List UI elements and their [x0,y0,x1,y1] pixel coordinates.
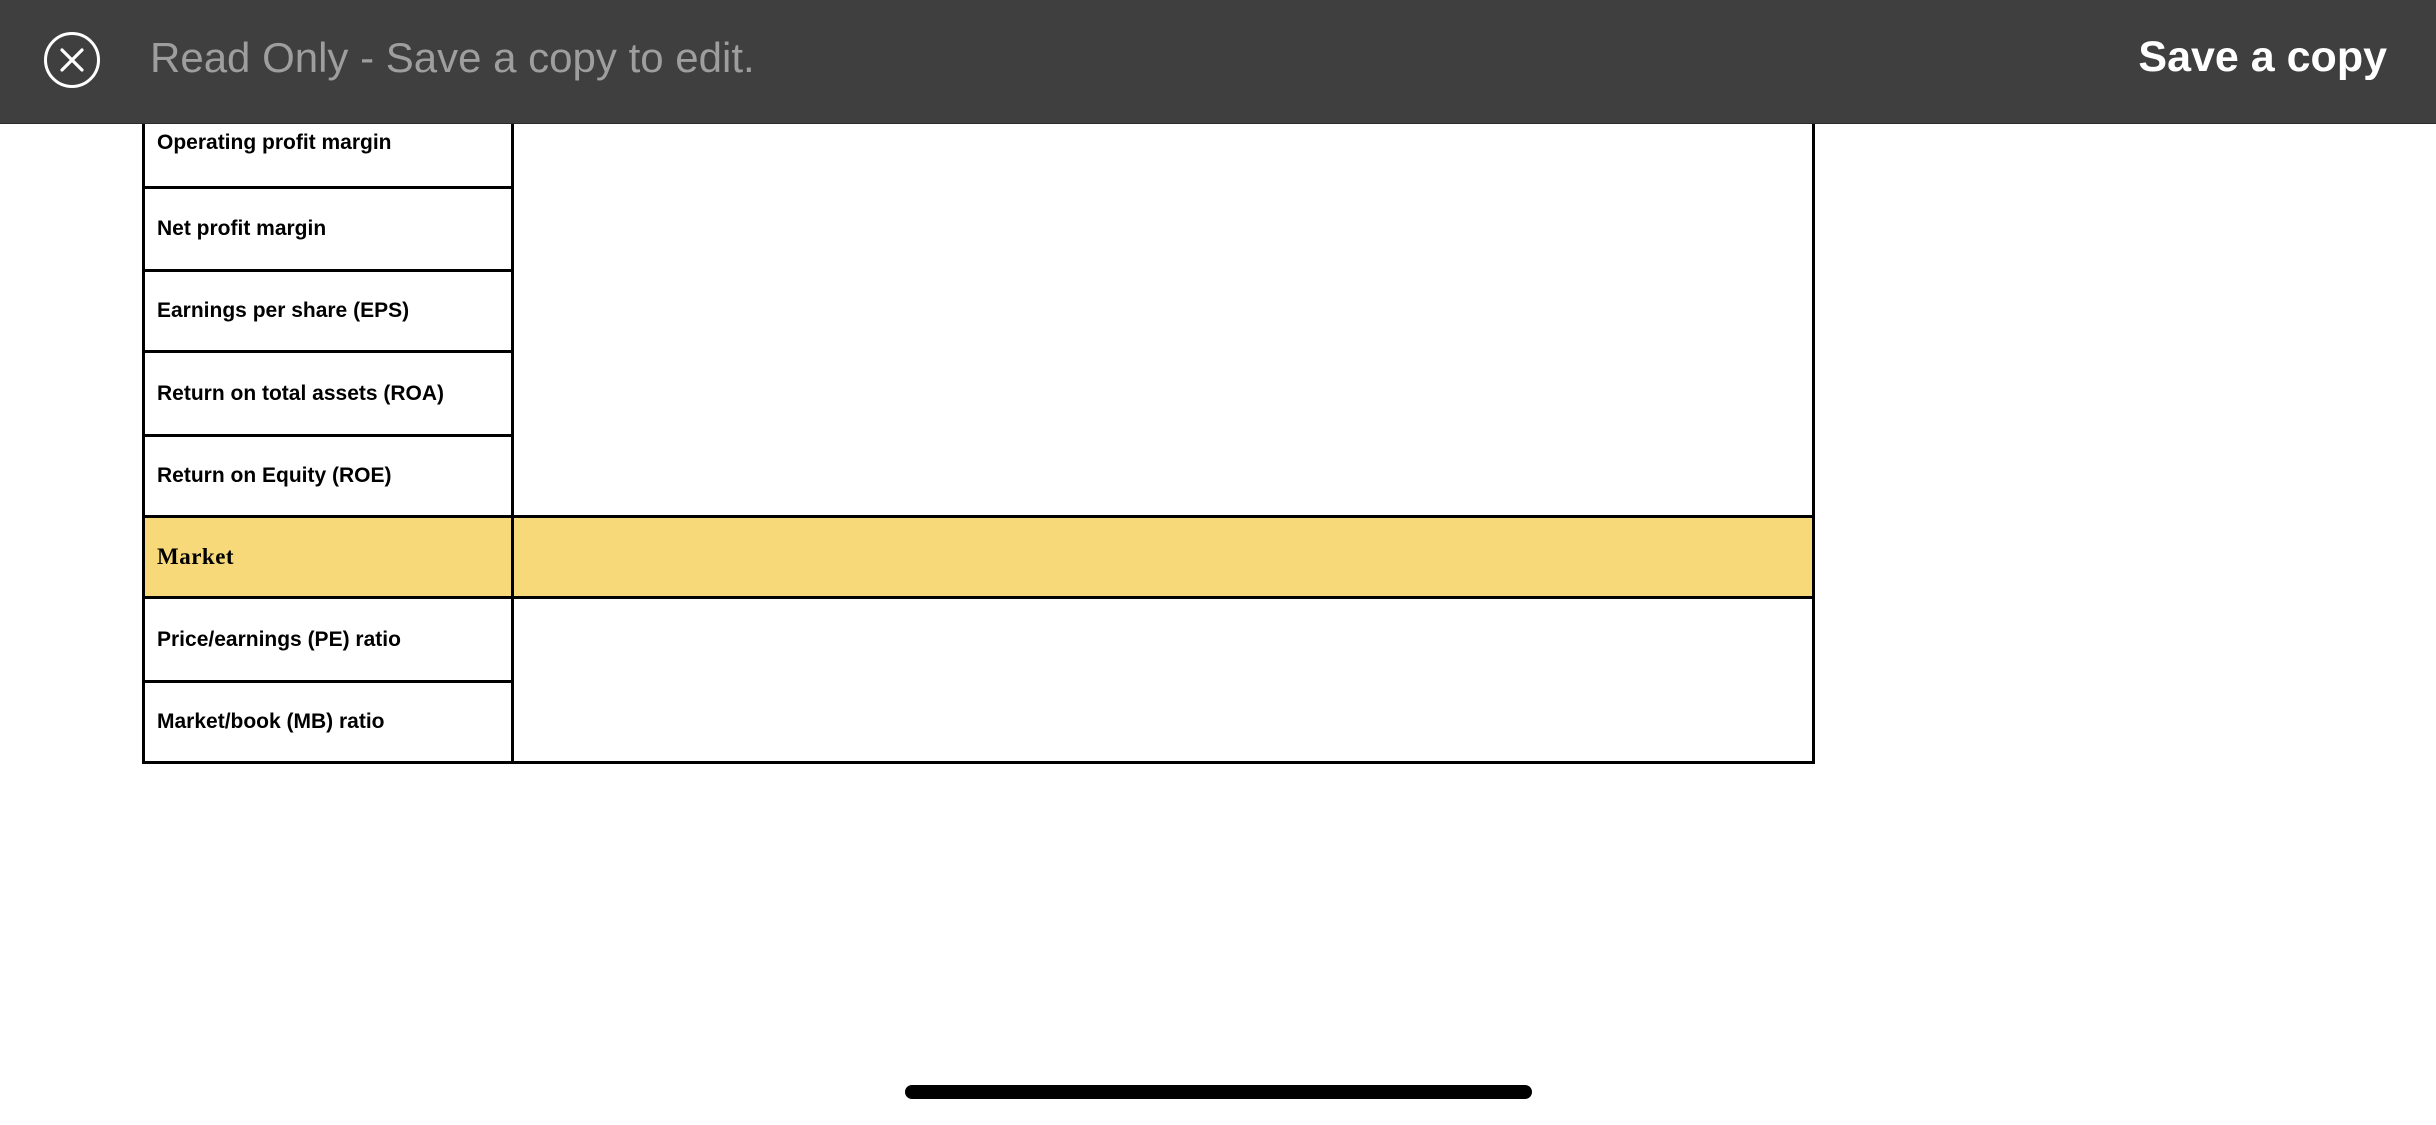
blank-value-cell [511,96,1815,518]
section-row-market: Market [142,515,1815,599]
read-only-banner: Read Only - Save a copy to edit. Save a … [0,0,2436,124]
section-label-market: Market [142,515,514,599]
close-button[interactable] [43,31,101,89]
row-label-roe: Return on Equity (ROE) [142,434,514,518]
close-circle-icon [44,32,100,88]
row-label-net-profit-margin: Net profit margin [142,186,514,272]
home-indicator[interactable] [905,1085,1532,1099]
row-label-roa: Return on total assets (ROA) [142,350,514,437]
row-label-eps: Earnings per share (EPS) [142,269,514,353]
save-copy-button[interactable]: Save a copy [2138,33,2387,82]
document-canvas[interactable]: Operating profit margin Net profit margi… [0,0,2436,1125]
table-row: Price/earnings (PE) ratio [142,596,1815,764]
blank-value-cell [511,596,1815,764]
read-only-message: Read Only - Save a copy to edit. [150,34,755,81]
ratio-table: Operating profit margin Net profit margi… [142,96,1815,764]
row-label-mb-ratio: Market/book (MB) ratio [142,680,514,764]
row-label-pe-ratio: Price/earnings (PE) ratio [142,596,514,683]
section-fill-cell [511,515,1815,599]
